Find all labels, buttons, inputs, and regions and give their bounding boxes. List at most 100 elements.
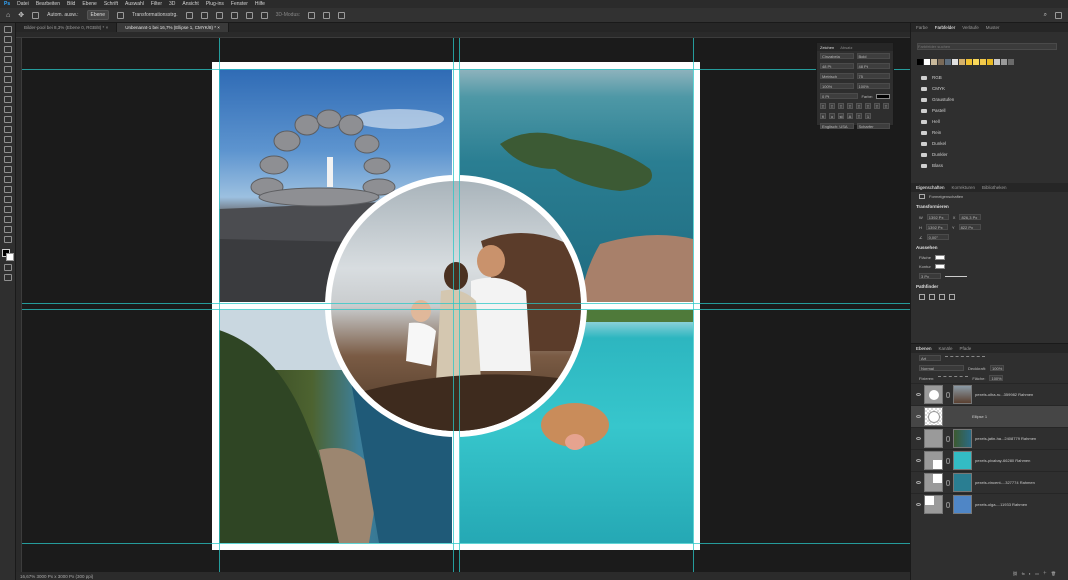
target-dropdown[interactable]: Ebene [86,10,109,20]
dodge-tool-icon[interactable] [3,166,12,173]
background-color[interactable] [5,253,14,261]
visibility-eye-icon[interactable] [916,481,921,484]
exclude-icon[interactable] [949,294,955,300]
stroke-width-field[interactable]: 3 Px [919,273,941,279]
swatch-0[interactable] [917,59,923,65]
blur-tool-icon[interactable] [3,156,12,163]
intersect-icon[interactable] [939,294,945,300]
swatch-folder-light[interactable]: Hell [911,116,1068,127]
layer-jatin-frame[interactable]: pexels-jatin-ha...2408779 Rahmen [911,427,1068,449]
eraser-tool-icon[interactable] [3,136,12,143]
transform-section-title[interactable]: Transformieren [911,201,1068,212]
subscript-icon[interactable]: T [865,103,871,109]
move-tool-icon[interactable] [3,26,12,33]
menu-layer[interactable]: Ebene [82,1,96,7]
tab-color[interactable]: Farbe [916,25,928,30]
menu-select[interactable]: Auswahl [125,1,144,7]
brush-tool-icon[interactable] [3,106,12,113]
swatch-7[interactable] [966,59,972,65]
all-caps-icon[interactable]: T [838,103,844,109]
doc-tab-bilder-pool[interactable]: Bilder-pool bei 8,3% (Ebene 0, RGB/8) * … [16,23,118,32]
swatch-11[interactable] [994,59,1000,65]
height-field[interactable]: 1392 Px [925,224,948,230]
document-artboard[interactable] [212,62,700,550]
visibility-eye-icon[interactable] [916,437,921,440]
align-left-icon[interactable] [185,11,193,19]
alternates-icon[interactable]: A [847,113,853,119]
visibility-eye-icon[interactable] [916,503,921,506]
swatch-folder-dark[interactable]: Dunkel [911,138,1068,149]
guide-vertical[interactable] [453,38,454,572]
transform-checkbox[interactable] [116,11,124,19]
align-center-icon[interactable] [200,11,208,19]
pen-tool-icon[interactable] [3,176,12,183]
horizontal-scale-field[interactable]: 100% [856,83,890,89]
folder-icon[interactable]: ▭ [1035,571,1039,576]
swatch-6[interactable] [959,59,965,65]
underline-icon[interactable]: T [874,103,880,109]
swatch-4[interactable] [945,59,951,65]
oldstyle-icon[interactable]: o [829,113,835,119]
workspace-icon[interactable] [1055,11,1062,19]
auto-select-checkbox[interactable] [32,11,40,19]
swatch-2[interactable] [931,59,937,65]
tab-paths[interactable]: Pfade [960,346,972,351]
menu-plugins[interactable]: Plug-ins [206,1,224,7]
history-brush-tool-icon[interactable] [3,126,12,133]
y-field[interactable]: 822 Px [958,224,981,230]
canvas-area[interactable] [22,38,910,572]
menu-3d[interactable]: 3D [169,1,175,7]
hand-tool-icon[interactable] [3,216,12,223]
guide-vertical[interactable] [693,38,694,572]
stroke-swatch[interactable] [934,264,945,269]
guide-vertical[interactable] [459,38,460,572]
tab-properties[interactable]: Eigenschaften [916,185,945,190]
align-right-icon[interactable] [215,11,223,19]
eyedropper-tool-icon[interactable] [3,86,12,93]
font-size-field[interactable]: 48 Pt [820,63,854,69]
quick-select-tool-icon[interactable] [3,56,12,63]
stroke-style-select[interactable] [945,275,967,277]
swatch-folder-grayscale[interactable]: Graustufen [911,94,1068,105]
visibility-eye-icon[interactable] [916,415,921,418]
3d-roll-icon[interactable] [323,11,331,19]
marquee-tool-icon[interactable] [3,36,12,43]
visibility-eye-icon[interactable] [916,459,921,462]
trash-icon[interactable]: 🗑 [1051,571,1056,576]
swatch-8[interactable] [973,59,979,65]
menu-help[interactable]: Hilfe [255,1,265,7]
doc-tab-unbenannt[interactable]: Unbenannt-1 bei 16,7% (Ellipse 1, CMYK/8… [117,23,229,32]
text-color-swatch[interactable] [876,93,890,99]
swatch-folder-darker[interactable]: Dunkler [911,149,1068,160]
faux-italic-icon[interactable]: T [829,103,835,109]
menu-view[interactable]: Ansicht [182,1,198,7]
align-bottom-icon[interactable] [260,11,268,19]
lock-icons[interactable] [938,376,969,380]
language-select[interactable]: Englisch: USA [820,123,854,129]
stamp-tool-icon[interactable] [3,116,12,123]
zoom-tool-icon[interactable] [3,226,12,233]
swatch-folder-pale[interactable]: Blass [911,160,1068,171]
menu-window[interactable]: Fenster [231,1,248,7]
titling-icon[interactable]: T [856,113,862,119]
swatch-folder-pure[interactable]: Rein [911,127,1068,138]
swatch-13[interactable] [1008,59,1014,65]
menu-logo[interactable]: Ps [4,1,10,7]
menu-type[interactable]: Schrift [104,1,118,7]
width-field[interactable]: 1392 Px [926,214,949,220]
font-family-select[interactable]: Cinzabela [820,53,854,59]
circle-frame[interactable] [325,175,587,437]
opacity-field[interactable]: 100% [990,365,1005,371]
fx-icon[interactable]: fx [1022,571,1025,576]
frame-tool-icon[interactable] [3,76,12,83]
layer-vincent-frame[interactable]: pexels-vincent-...327774 Rahmen [911,471,1068,493]
swatch-5[interactable] [952,59,958,65]
faux-bold-icon[interactable]: T [820,103,826,109]
type-tool-icon[interactable] [3,186,12,193]
new-layer-icon[interactable]: ＋ [1043,570,1047,576]
appearance-section-title[interactable]: Aussehen [911,242,1068,253]
quick-mask-icon[interactable] [3,264,12,271]
swatch-folder-pastel[interactable]: Pastell [911,105,1068,116]
swatch-3[interactable] [938,59,944,65]
swatch-search-input[interactable] [917,43,1057,50]
